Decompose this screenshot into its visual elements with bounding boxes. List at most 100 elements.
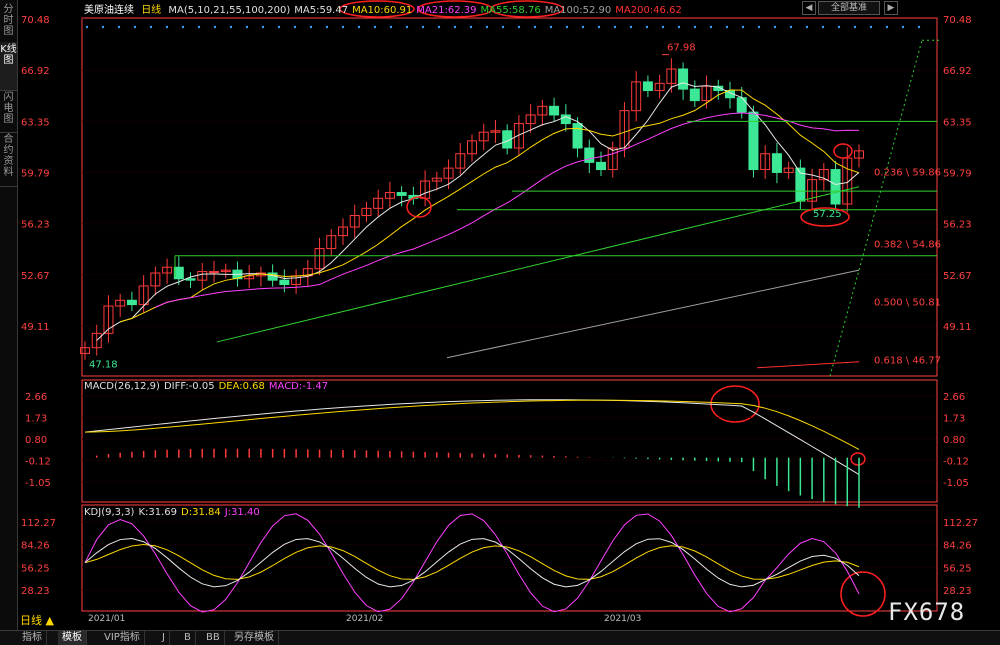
price-tick-left: 59.79: [21, 169, 50, 180]
candle-body: [549, 105, 560, 116]
marker-dot: [869, 25, 873, 29]
low-price-label: 47.18: [89, 359, 118, 370]
bottom-tab[interactable]: 另存模板: [230, 631, 279, 645]
period-label: 日线: [141, 5, 162, 16]
marker-dot: [469, 25, 473, 29]
fib-label: 0.382 \ 54.86: [874, 239, 941, 250]
all-params-dropdown[interactable]: 全部基准: [818, 1, 880, 15]
macd-tick-right: 1.73: [943, 414, 965, 425]
marker-dot: [229, 25, 233, 29]
bottom-tab[interactable]: BB: [202, 631, 225, 645]
candle-body: [126, 299, 137, 306]
marker-dot: [357, 25, 361, 29]
marker-dot: [837, 25, 841, 29]
kdj-tick-right: 84.26: [943, 541, 972, 552]
candle-body: [830, 169, 841, 205]
price-tick-right: 66.92: [943, 66, 972, 77]
macd-legend: MACD(26,12,9) DIFF:-0.05 DEA:0.68 MACD:-1.4…: [84, 381, 332, 392]
candle-body: [209, 271, 219, 274]
marker-dot: [597, 25, 601, 29]
legend-entry: DEA:0.68: [218, 381, 265, 392]
macd-tick-right: -1.05: [943, 478, 969, 489]
marker-dot: [85, 25, 89, 29]
nav-left-button[interactable]: ◀: [802, 1, 816, 15]
marker-dot: [437, 25, 441, 29]
legend-entry: D:31.84: [181, 507, 221, 518]
kdj-tick-left: 112.27: [21, 518, 56, 529]
candle-body: [771, 153, 782, 173]
legend-entry: MACD(26,12,9): [84, 381, 160, 392]
sidebar-tab[interactable]: K线图: [0, 42, 17, 91]
period-button[interactable]: 日线 ▲: [20, 612, 54, 628]
candle-body: [689, 88, 700, 102]
bottom-tab[interactable]: 模板: [58, 631, 87, 645]
bottom-tab[interactable]: B: [180, 631, 196, 645]
marker-dot: [581, 25, 585, 29]
fib-label: 0.500 \ 50.81: [874, 298, 941, 309]
candle-body: [678, 68, 689, 90]
marker-dot: [789, 25, 793, 29]
sidebar-tab[interactable]: 分时图: [0, 2, 17, 43]
legend-entry: MA100:52.90: [544, 5, 612, 16]
macd-tick-left: 1.73: [25, 414, 47, 425]
marker-dot: [421, 25, 425, 29]
price-tick-right: 63.35: [943, 117, 972, 128]
marker-dot: [245, 25, 249, 29]
marker-dot: [693, 25, 697, 29]
price-tick-right: 49.11: [943, 322, 972, 333]
macd-tick-left: -1.05: [25, 478, 51, 489]
price-tick-right: 59.79: [943, 169, 972, 180]
sidebar: 分时图 K线图 闪电图 合约资料: [0, 0, 18, 644]
legend-entry: MA5:59.47: [294, 5, 349, 16]
marker-dot: [773, 25, 777, 29]
marker-dot: [149, 25, 153, 29]
macd-tick-left: 2.66: [25, 392, 47, 403]
legend-entry: DIFF:-0.05: [163, 381, 215, 392]
macd-dea-line: [84, 399, 860, 450]
bottom-tab[interactable]: J: [158, 631, 170, 645]
candle-body: [173, 266, 184, 280]
marker-dot: [741, 25, 745, 29]
ma10-line: [120, 89, 860, 323]
fib-label: 0.236 \ 59.86: [874, 168, 941, 179]
kdj-tick-left: 56.25: [21, 563, 50, 574]
marker-dot: [277, 25, 281, 29]
marker-dot: [261, 25, 265, 29]
price-panel-frame: [81, 17, 938, 377]
macd-tick-left: -0.12: [25, 456, 51, 467]
price-tick-right: 70.48: [943, 15, 972, 26]
marker-dot: [389, 25, 393, 29]
marker-dot: [613, 25, 617, 29]
legend-entry: MA(5,10,21,55,100,200): [168, 5, 291, 16]
bottom-toolbar: 指标 模板 VIP指标 J B BB 另存模板: [0, 630, 1000, 645]
kdj-tick-left: 28.23: [21, 586, 50, 597]
marker-dot: [677, 25, 681, 29]
bottom-tab[interactable]: 指标: [18, 631, 47, 645]
macd-tick-right: 2.66: [943, 392, 965, 403]
marker-dot: [821, 25, 825, 29]
legend-entry: MACD:-1.47: [268, 381, 329, 392]
legend-entry: MA200:46.62: [615, 5, 682, 16]
marker-dot: [133, 25, 137, 29]
kdj-j-line: [84, 513, 860, 613]
marker-dot: [165, 25, 169, 29]
fib-label: 0.618 \ 46.77: [874, 356, 941, 367]
price-tick-left: 52.67: [21, 271, 50, 282]
marker-dot: [901, 25, 905, 29]
sidebar-tab[interactable]: 闪电图: [0, 90, 17, 133]
legend-entry: K:31.69: [138, 507, 178, 518]
marker-dot: [293, 25, 297, 29]
bottom-tab[interactable]: VIP指标: [100, 631, 145, 645]
highlight-circle: [710, 385, 760, 423]
legend-entry: MA21:62.39: [416, 5, 477, 16]
nav-right-button[interactable]: ▶: [884, 1, 898, 15]
marker-dot: [565, 25, 569, 29]
legend-entry: MA10:60.91: [352, 5, 413, 16]
kdj-tick-right: 56.25: [943, 563, 972, 574]
kdj-tick-left: 84.26: [21, 541, 50, 552]
candle-body: [596, 161, 606, 171]
kline-chart[interactable]: 70.48 70.48 66.92 66.92 63.35 63.35 59.79 59.79…: [17, 0, 1000, 630]
marker-dot: [533, 25, 537, 29]
marker-dot: [325, 25, 329, 29]
sidebar-tab[interactable]: 合约资料: [0, 132, 17, 187]
